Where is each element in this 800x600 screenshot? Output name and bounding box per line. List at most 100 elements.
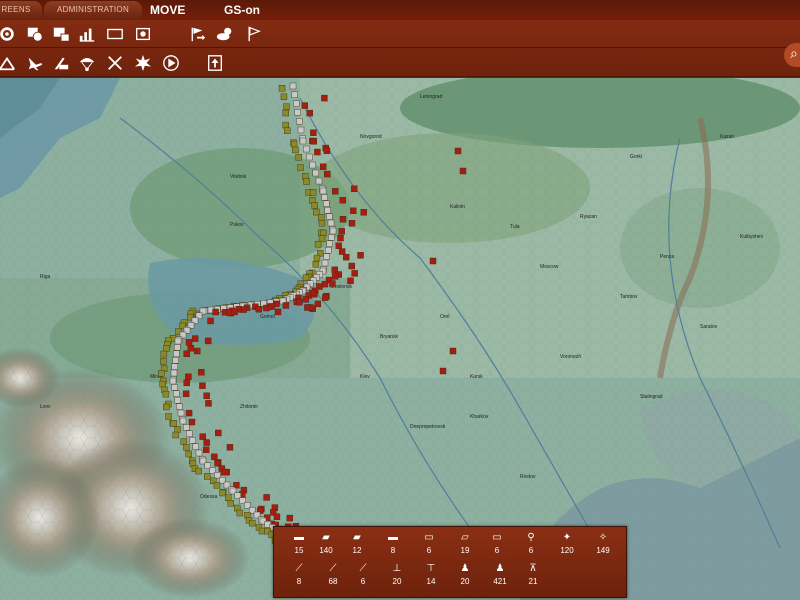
weather-icon[interactable]	[214, 23, 236, 45]
unit-counter[interactable]	[357, 252, 364, 259]
unit-counter[interactable]	[199, 382, 206, 389]
unit-counter[interactable]	[194, 347, 201, 355]
unit-counter[interactable]	[311, 202, 318, 209]
unit-counter[interactable]	[185, 339, 193, 346]
unit-counter[interactable]	[338, 228, 345, 235]
unit-counter[interactable]	[182, 390, 190, 398]
unit-counter[interactable]	[304, 304, 311, 311]
unit-counter[interactable]	[348, 262, 355, 270]
rectangle-icon[interactable]	[104, 23, 126, 45]
unit-counter[interactable]	[282, 302, 290, 309]
unit-counter[interactable]	[187, 345, 194, 352]
unit-counter[interactable]	[314, 240, 322, 248]
unit-counter[interactable]	[323, 147, 331, 154]
unit-counter[interactable]	[174, 397, 182, 404]
unit-counter[interactable]	[282, 121, 289, 129]
unit-counter[interactable]	[325, 246, 332, 254]
unit-counter[interactable]	[185, 409, 193, 417]
unit-counter[interactable]	[219, 489, 226, 497]
unit-counter[interactable]	[319, 163, 327, 170]
unit-counter[interactable]	[339, 216, 347, 223]
unit-counter[interactable]	[292, 146, 299, 154]
rail-icon[interactable]	[50, 52, 72, 74]
unit-counter[interactable]	[429, 257, 437, 265]
unit-counter[interactable]	[315, 177, 323, 185]
unit-counter[interactable]	[160, 358, 167, 365]
unit-counter[interactable]	[236, 509, 244, 517]
unit-counter[interactable]	[162, 390, 170, 398]
air-icon[interactable]	[24, 52, 46, 74]
unit-counter[interactable]	[212, 308, 219, 316]
unit-counter[interactable]	[293, 100, 300, 107]
play-circle-icon[interactable]	[160, 52, 182, 74]
unit-counter[interactable]	[309, 189, 317, 196]
unit-counter[interactable]	[439, 367, 447, 375]
up-arrow-box-icon[interactable]	[204, 52, 226, 74]
settings-frame-icon[interactable]	[132, 23, 154, 45]
strike-icon[interactable]	[104, 52, 126, 74]
unit-counter[interactable]	[323, 200, 330, 208]
unit-counter[interactable]	[158, 370, 165, 377]
unit-counter[interactable]	[321, 194, 328, 201]
unit-counter[interactable]	[173, 344, 181, 351]
unit-counter[interactable]	[188, 418, 196, 426]
unit-counter[interactable]	[163, 403, 170, 411]
unit-counter[interactable]	[183, 350, 190, 358]
unit-counter[interactable]	[286, 514, 293, 522]
unit-counter[interactable]	[171, 363, 179, 370]
unit-counter[interactable]	[268, 303, 276, 310]
unit-counter[interactable]	[189, 437, 196, 444]
unit-counter[interactable]	[195, 449, 203, 457]
chart-icon[interactable]	[76, 23, 98, 45]
unit-counter[interactable]	[284, 127, 291, 134]
unit-counter[interactable]	[318, 219, 326, 227]
map-terrain[interactable]: Pskov Riga Novgorod Leningrad Moscow Kal…	[0, 78, 800, 600]
gs-toggle[interactable]: GS-on	[224, 3, 260, 17]
unit-counter[interactable]	[289, 82, 297, 90]
unit-counter[interactable]	[263, 494, 270, 501]
unit-counter[interactable]	[299, 137, 307, 145]
unit-counter[interactable]	[282, 109, 289, 117]
explosion-icon[interactable]	[132, 52, 154, 74]
unit-counter[interactable]	[295, 154, 302, 161]
unit-counter[interactable]	[329, 280, 336, 287]
unit-counter[interactable]	[170, 420, 177, 427]
unit-counter[interactable]	[335, 242, 342, 249]
unit-counter[interactable]	[319, 187, 327, 195]
gear-icon[interactable]	[0, 23, 18, 45]
tab-administration[interactable]: ADMINISTRATION	[44, 1, 142, 19]
unit-counter[interactable]	[231, 308, 238, 316]
unit-counter[interactable]	[294, 109, 301, 116]
unit-counter[interactable]	[322, 294, 329, 301]
unit-counter[interactable]	[314, 148, 321, 156]
unit-counter[interactable]	[192, 443, 200, 450]
unit-counter[interactable]	[318, 214, 325, 221]
unit-counter[interactable]	[348, 220, 356, 227]
unit-counter[interactable]	[195, 467, 202, 475]
unit-counter[interactable]	[159, 380, 166, 388]
unit-counter[interactable]	[310, 138, 318, 145]
unit-counter[interactable]	[343, 253, 350, 261]
unit-counter[interactable]	[339, 197, 346, 204]
unit-counter[interactable]	[351, 270, 358, 277]
unit-counter[interactable]	[211, 453, 218, 460]
unit-counter[interactable]	[306, 109, 313, 117]
unit-counter[interactable]	[177, 409, 185, 417]
unit-counter[interactable]	[318, 235, 326, 242]
unit-counter[interactable]	[328, 234, 335, 241]
unit-counter[interactable]	[183, 379, 190, 387]
unit-circle-icon[interactable]	[24, 23, 46, 45]
unit-counter[interactable]	[312, 169, 319, 177]
unit-counter[interactable]	[278, 85, 286, 92]
factory-icon[interactable]	[50, 23, 72, 45]
unit-counter[interactable]	[173, 350, 180, 357]
unit-counter[interactable]	[174, 337, 182, 345]
flag-arrow-icon[interactable]	[186, 23, 208, 45]
unit-counter[interactable]	[203, 439, 210, 446]
unit-counter[interactable]	[360, 209, 367, 216]
unit-counter[interactable]	[331, 273, 339, 280]
unit-counter[interactable]	[337, 234, 344, 242]
unit-counter[interactable]	[454, 147, 462, 155]
unit-counter[interactable]	[169, 377, 177, 385]
unit-counter[interactable]	[296, 118, 303, 125]
